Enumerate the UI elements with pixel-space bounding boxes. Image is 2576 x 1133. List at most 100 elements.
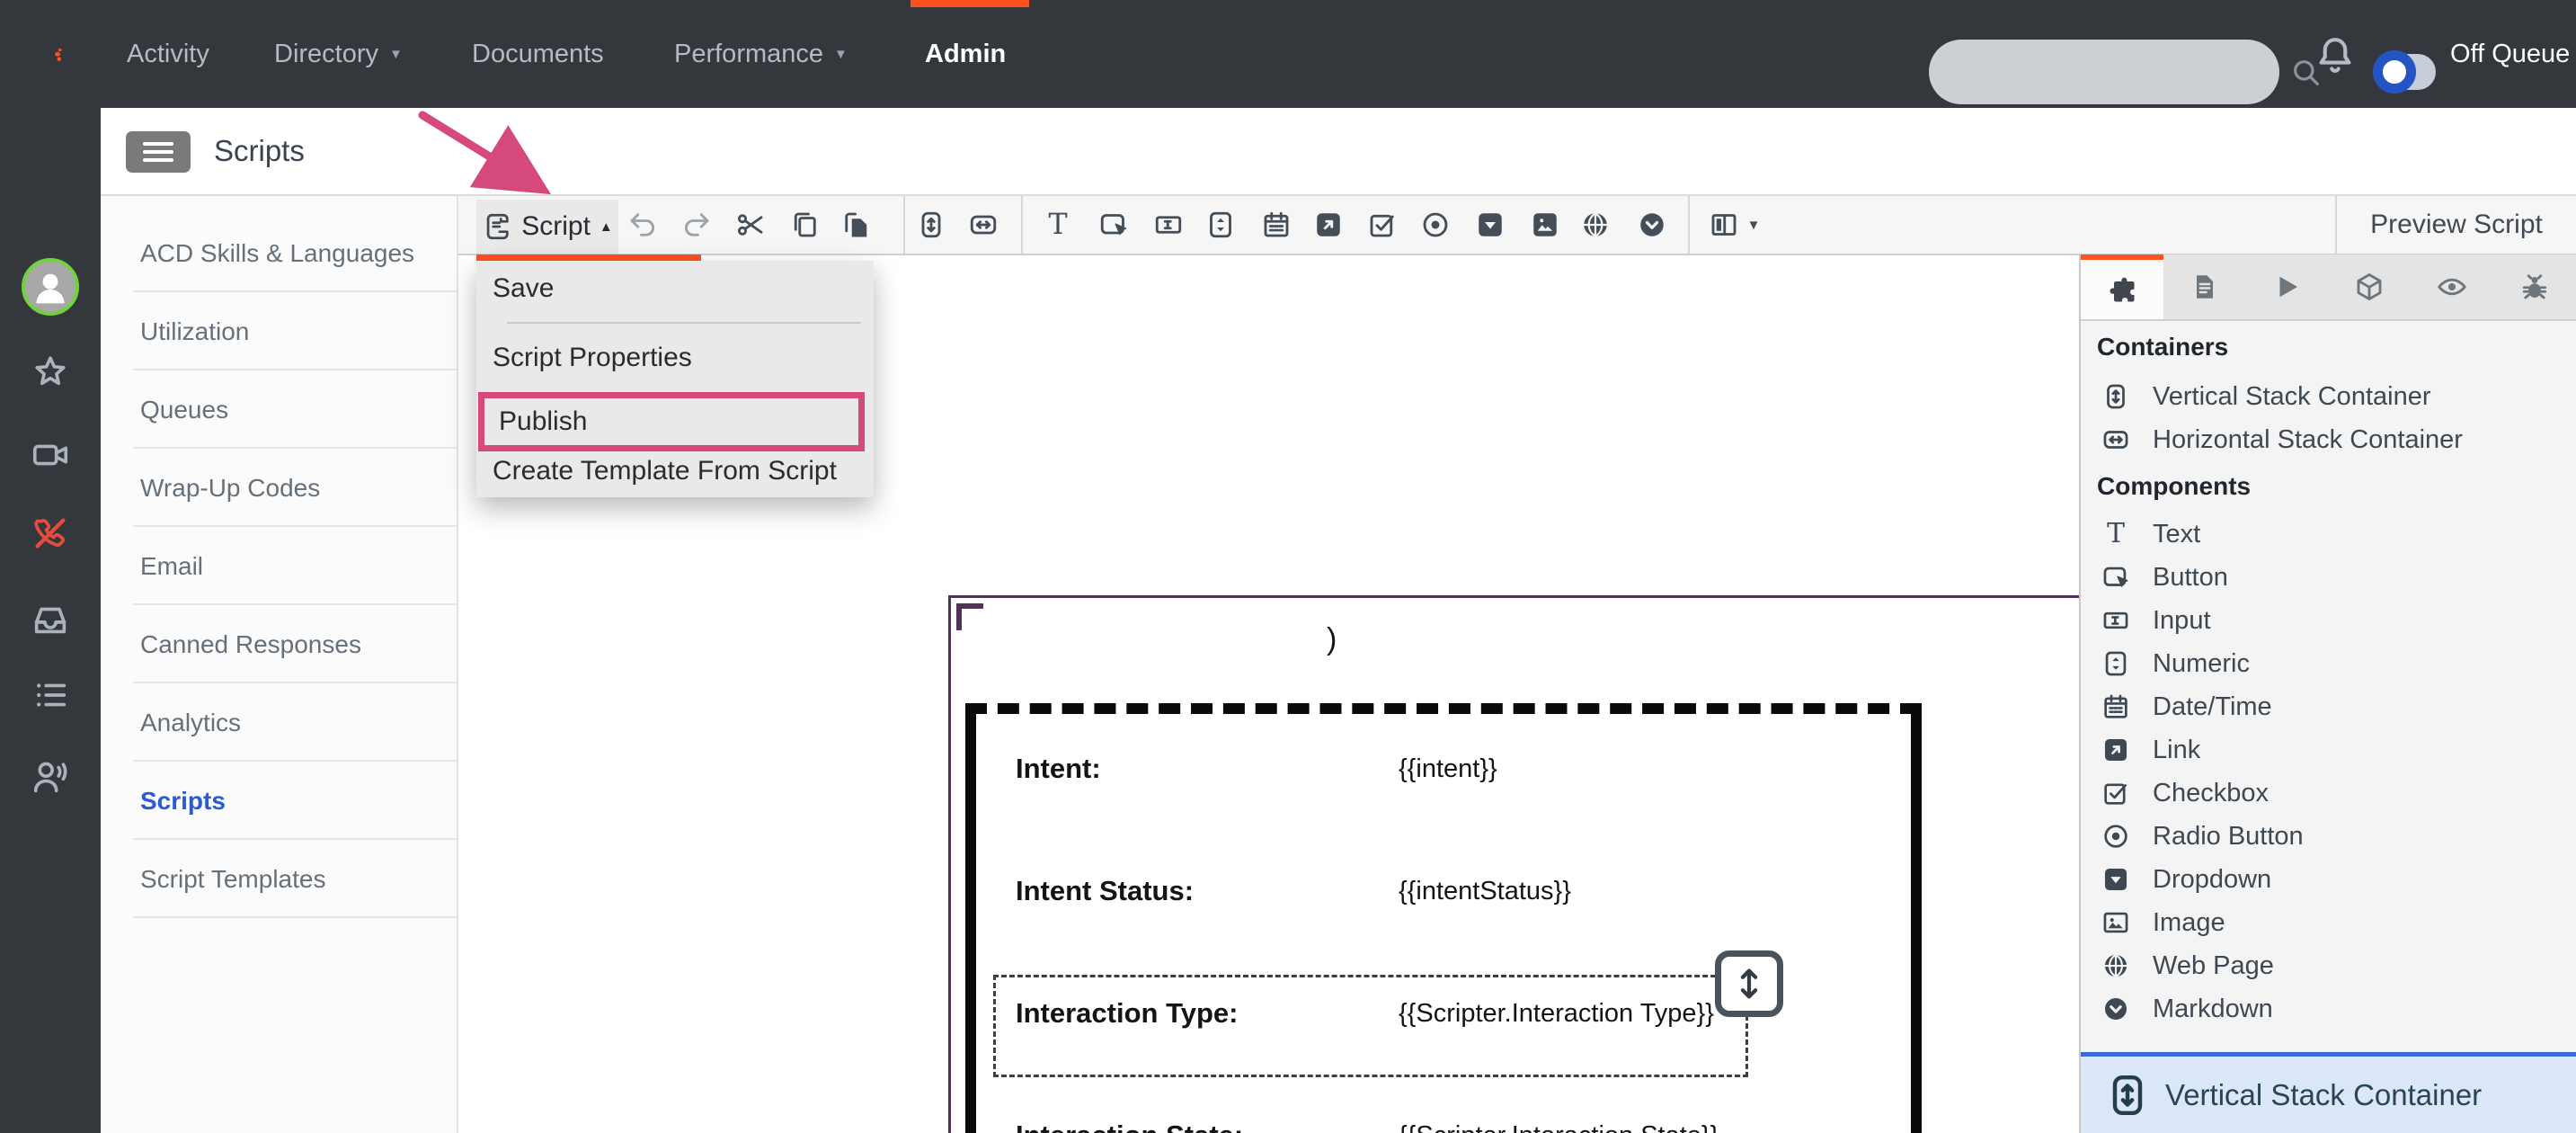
text-icon: T: [2101, 519, 2131, 549]
horizontal-stack-icon[interactable]: [958, 200, 1008, 250]
menu-item-save[interactable]: Save: [476, 268, 874, 309]
radio-component-icon[interactable]: [1410, 200, 1461, 250]
nav-item-directory[interactable]: Directory▼: [274, 0, 403, 108]
nav-item-activity[interactable]: Activity: [127, 0, 209, 108]
palette-item-datetime[interactable]: Date/Time: [2081, 689, 2576, 725]
datetime-component-icon[interactable]: [1251, 200, 1301, 250]
palette-item-webpage[interactable]: Web Page: [2081, 948, 2576, 984]
nav-item-performance[interactable]: Performance▼: [674, 0, 848, 108]
script-menu-active-indicator: [476, 254, 701, 261]
sidebar-item-acd-skills[interactable]: ACD Skills & Languages: [101, 214, 457, 292]
admin-sidebar-menu: ACD Skills & Languages Utilization Queue…: [101, 196, 458, 1133]
input-icon: [2101, 605, 2131, 636]
tab-actions[interactable]: [2246, 254, 2329, 319]
image-component-icon[interactable]: [1520, 200, 1570, 250]
editor-toolbar: Script ▲ T ▼ Preview Script: [458, 196, 2576, 255]
palette-item-horizontal-stack[interactable]: Horizontal Stack Container: [2081, 422, 2576, 458]
undo-icon[interactable]: [617, 200, 668, 250]
vertical-stack-handle-icon[interactable]: [1715, 950, 1783, 1017]
notifications-bell-icon[interactable]: [2312, 32, 2358, 79]
tab-debug[interactable]: [2493, 254, 2576, 319]
palette-item-checkbox[interactable]: Checkbox: [2081, 775, 2576, 811]
field-label[interactable]: Intent:: [1016, 749, 1101, 789]
top-nav-bar: Activity Directory▼ Documents Performanc…: [0, 0, 2576, 108]
sidebar-item-email[interactable]: Email: [101, 527, 457, 605]
cut-icon[interactable]: [725, 200, 776, 250]
user-avatar[interactable]: [22, 258, 79, 316]
link-component-icon[interactable]: [1303, 200, 1354, 250]
field-value[interactable]: {{intent}}: [1399, 749, 1497, 789]
frame-corner-mark: [956, 603, 983, 630]
bug-icon: [2518, 271, 2551, 303]
sidebar-item-analytics[interactable]: Analytics: [101, 683, 457, 762]
menu-item-publish[interactable]: Publish: [484, 398, 858, 445]
palette-item-markdown[interactable]: Markdown: [2081, 991, 2576, 1027]
tab-components[interactable]: [2081, 254, 2163, 319]
text-component-icon[interactable]: T: [1033, 200, 1083, 250]
input-component-icon[interactable]: [1143, 200, 1194, 250]
page-title: Scripts: [214, 108, 305, 194]
horizontal-stack-icon: [2101, 424, 2131, 455]
image-icon: [2101, 907, 2131, 938]
genesys-logo-icon[interactable]: [32, 16, 86, 94]
palette-item-button[interactable]: Button: [2081, 559, 2576, 595]
checkbox-component-icon[interactable]: [1357, 200, 1408, 250]
tab-pages[interactable]: [2163, 254, 2246, 319]
field-value[interactable]: {{Scripter.Interaction State}}: [1399, 1116, 1719, 1133]
list-icon[interactable]: [30, 674, 71, 716]
palette-item-vertical-stack[interactable]: Vertical Stack Container: [2081, 379, 2576, 415]
preview-script-button[interactable]: Preview Script: [2337, 196, 2576, 254]
globe-icon: [2101, 950, 2131, 981]
menu-hamburger-button[interactable]: [126, 131, 191, 173]
button-icon: [2101, 562, 2131, 593]
video-icon[interactable]: [30, 434, 71, 476]
field-value[interactable]: {{intentStatus}}: [1399, 871, 1571, 911]
sidebar-item-utilization[interactable]: Utilization: [101, 292, 457, 370]
nav-item-documents[interactable]: Documents: [472, 0, 604, 108]
palette-item-text[interactable]: TText: [2081, 516, 2576, 552]
palette-item-numeric[interactable]: Numeric: [2081, 646, 2576, 682]
menu-item-create-template[interactable]: Create Template From Script: [476, 451, 874, 492]
tab-preview[interactable]: [2411, 254, 2493, 319]
palette-item-dropdown[interactable]: Dropdown: [2081, 861, 2576, 897]
redo-icon[interactable]: [671, 200, 722, 250]
favorites-star-icon[interactable]: [30, 352, 71, 393]
field-label[interactable]: Interaction Type:: [1016, 994, 1238, 1033]
sidebar-item-script-templates[interactable]: Script Templates: [101, 840, 457, 918]
nav-item-admin[interactable]: Admin: [925, 0, 1006, 108]
button-component-icon[interactable]: [1088, 200, 1139, 250]
markdown-component-icon[interactable]: [1627, 200, 1677, 250]
person-icon: [25, 262, 76, 312]
puzzle-icon: [2106, 273, 2138, 306]
palette-item-input[interactable]: Input: [2081, 602, 2576, 638]
numeric-component-icon[interactable]: [1195, 200, 1246, 250]
sidebar-item-canned-responses[interactable]: Canned Responses: [101, 605, 457, 683]
palette-item-link[interactable]: Link: [2081, 732, 2576, 768]
field-label[interactable]: Intent Status:: [1016, 871, 1194, 911]
palette-item-image[interactable]: Image: [2081, 905, 2576, 941]
inbox-icon[interactable]: [30, 599, 71, 640]
field-value[interactable]: {{Scripter.Interaction Type}}: [1399, 994, 1714, 1033]
selected-element-footer[interactable]: Vertical Stack Container: [2081, 1052, 2576, 1133]
numeric-icon: [2101, 648, 2131, 679]
menu-item-script-properties[interactable]: Script Properties: [476, 337, 874, 379]
script-menu-button[interactable]: Script ▲: [476, 200, 618, 254]
queue-status-toggle[interactable]: [2378, 54, 2436, 90]
dropdown-component-icon[interactable]: [1465, 200, 1515, 250]
script-scroll-icon: [482, 211, 512, 242]
field-label[interactable]: Interaction State:: [1016, 1116, 1243, 1133]
column-layout-icon[interactable]: ▼: [1695, 200, 1772, 250]
copy-icon[interactable]: [779, 200, 830, 250]
search-input[interactable]: [1929, 40, 2287, 104]
palette-item-radio[interactable]: Radio Button: [2081, 818, 2576, 854]
sidebar-item-wrapup-codes[interactable]: Wrap-Up Codes: [101, 449, 457, 527]
phone-disabled-icon[interactable]: [30, 513, 71, 554]
sidebar-item-queues[interactable]: Queues: [101, 370, 457, 449]
vertical-stack-icon[interactable]: [906, 200, 956, 250]
global-search[interactable]: [1929, 40, 2279, 104]
paste-icon[interactable]: [831, 200, 882, 250]
sidebar-item-scripts[interactable]: Scripts: [101, 762, 457, 840]
tab-resources[interactable]: [2328, 254, 2411, 319]
agent-interactions-icon[interactable]: [30, 756, 71, 798]
webpage-component-icon[interactable]: [1570, 200, 1621, 250]
